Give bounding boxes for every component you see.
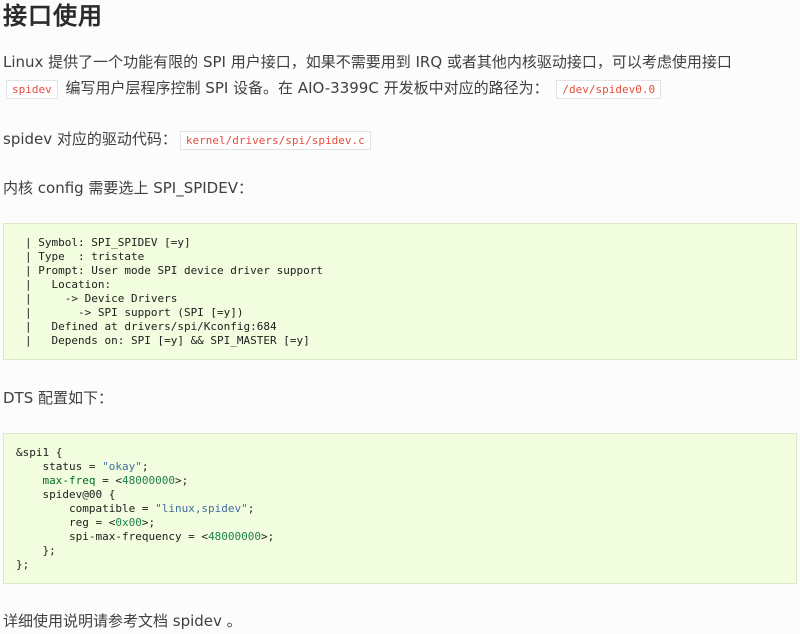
kconfig-line: | Depends on: SPI [=y] && SPI_MASTER [=y…	[25, 334, 310, 347]
kconfig-line: | -> SPI support (SPI [=y])	[25, 306, 244, 319]
dts-line: };	[16, 544, 56, 557]
dts-line: spidev@00 {	[16, 488, 116, 501]
dts-punct: ;	[141, 460, 149, 473]
dts-key: compatible =	[16, 502, 156, 515]
dts-punct: >;	[174, 474, 189, 487]
dts-code: &spi1 { status = "okay"; max-freq = <480…	[16, 446, 274, 572]
dts-line: &spi1 {	[16, 446, 63, 459]
intro-paragraph: Linux 提供了一个功能有限的 SPI 用户接口，如果不需要用到 IRQ 或者…	[3, 49, 793, 103]
dts-keyword: max-freq	[16, 474, 96, 487]
dts-key: status =	[16, 460, 103, 473]
kconfig-code-block: | Symbol: SPI_SPIDEV [=y] | Type : trist…	[3, 223, 797, 360]
kconfig-code: | Symbol: SPI_SPIDEV [=y] | Type : trist…	[25, 236, 323, 348]
intro-text-b: 编写用户层程序控制 SPI 设备。在 AIO-3399C 开发板中对应的路径为：	[65, 79, 549, 97]
dts-punct: ;	[247, 502, 255, 515]
intro-text-a: Linux 提供了一个功能有限的 SPI 用户接口，如果不需要用到 IRQ 或者…	[3, 53, 732, 71]
driver-paragraph: spidev 对应的驱动代码： kernel/drivers/spi/spidev…	[3, 126, 374, 154]
dts-code-block: &spi1 { status = "okay"; max-freq = <480…	[3, 433, 797, 584]
dts-line: };	[16, 558, 30, 571]
kconfig-line: | Prompt: User mode SPI device driver su…	[25, 264, 324, 277]
dts-paragraph: DTS 配置如下：	[3, 389, 114, 407]
kconfig-line: | Type : tristate	[25, 250, 145, 263]
dts-string: "linux,spidev"	[155, 502, 248, 515]
dts-key: spi-max-frequency = <	[16, 530, 209, 543]
reference-paragraph: 详细使用说明请参考文档 spidev 。	[3, 612, 242, 630]
driver-text: spidev 对应的驱动代码：	[3, 130, 177, 148]
section-heading: 接口使用	[3, 2, 103, 30]
dts-punct: >;	[141, 516, 156, 529]
inline-code-spidev: spidev	[6, 80, 58, 99]
dts-key: reg = <	[16, 516, 116, 529]
inline-code-device-path: /dev/spidev0.0	[556, 80, 662, 99]
dts-number: 48000000	[208, 530, 262, 543]
dts-punct: >;	[261, 530, 275, 543]
dts-number: 48000000	[121, 474, 175, 487]
kconfig-line: | Symbol: SPI_SPIDEV [=y]	[25, 236, 191, 249]
kconfig-paragraph: 内核 config 需要选上 SPI_SPIDEV：	[3, 179, 253, 197]
dts-string: "okay"	[102, 460, 142, 473]
kconfig-line: | -> Device Drivers	[25, 292, 178, 305]
dts-punct: = <	[95, 474, 122, 487]
dts-number: 0x00	[115, 516, 142, 529]
inline-code-driver-path: kernel/drivers/spi/spidev.c	[179, 131, 371, 150]
kconfig-line: | Location:	[25, 278, 112, 291]
kconfig-line: | Defined at drivers/spi/Kconfig:684	[25, 320, 277, 333]
